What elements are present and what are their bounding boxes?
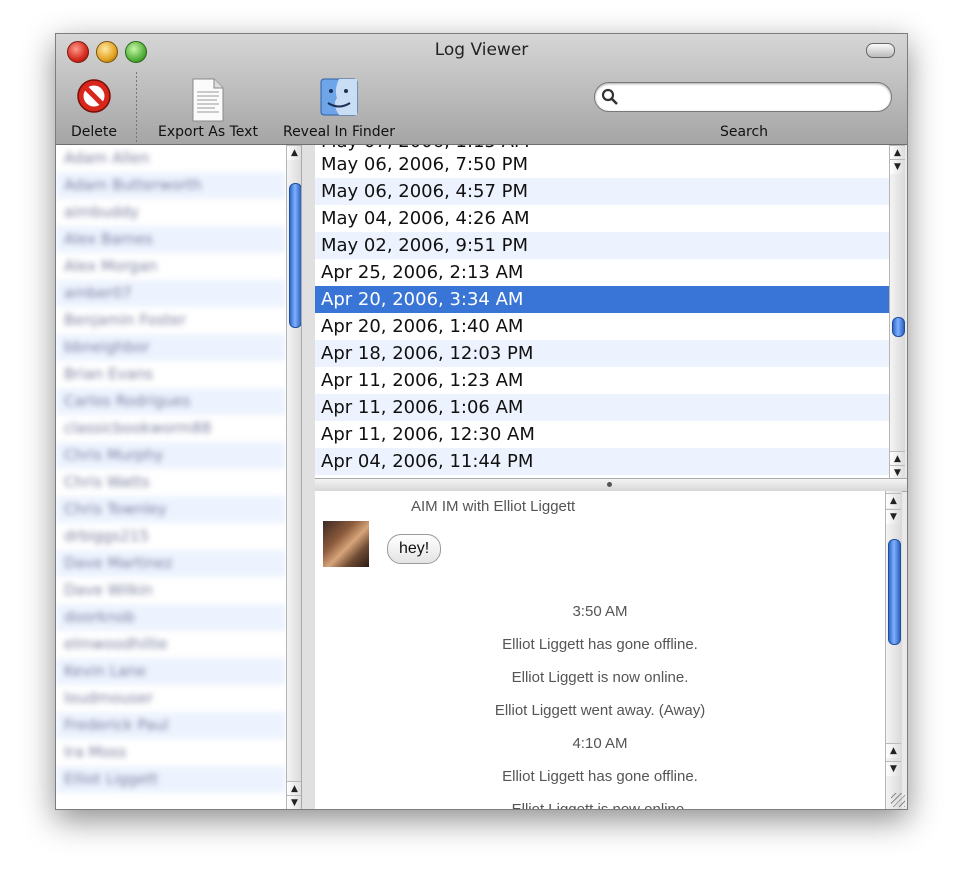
transcript-event: Elliot Liggett is now online. <box>511 669 689 686</box>
transcript-event: Elliot Liggett went away. (Away) <box>494 702 706 719</box>
buddy-list-item[interactable]: loudmouser <box>56 685 286 712</box>
pane-splitter-vertical[interactable] <box>301 145 316 809</box>
buddy-list-item[interactable]: classicbookworm88 <box>56 415 286 442</box>
buddy-list-item[interactable]: Chris Murphy <box>56 442 286 469</box>
buddy-list-item[interactable]: doorknob <box>56 604 286 631</box>
log-date-row[interactable]: May 06, 2006, 4:57 PM <box>315 178 889 205</box>
log-date-row[interactable]: May 02, 2006, 9:51 PM <box>315 232 889 259</box>
buddy-list-item[interactable]: bbneighbor <box>56 334 286 361</box>
buddy-list: Adam Allen Adam Butterworth aimbuddy Alex B… <box>56 145 286 809</box>
toolbar-separator <box>136 72 137 142</box>
date-list-scroll-thumb[interactable] <box>892 317 905 337</box>
buddy-list-item[interactable]: amber07 <box>56 280 286 307</box>
message-bubble: hey! <box>387 534 442 564</box>
transcript-event: Elliot Liggett has gone offline. <box>502 636 698 653</box>
avatar <box>323 521 369 567</box>
buddy-list-item[interactable]: aimbuddy <box>56 199 286 226</box>
buddy-list-item[interactable]: Alex Morgan <box>56 253 286 280</box>
delete-label: Delete <box>71 124 117 140</box>
buddy-list-item[interactable]: Kevin Lane <box>56 658 286 685</box>
buddy-list-scrollbar[interactable]: ▲ ▲ ▼ <box>286 145 302 809</box>
scroll-down-arrow-icon[interactable]: ▼ <box>287 795 302 809</box>
buddy-list-items: Adam Allen Adam Butterworth aimbuddy Alex B… <box>56 145 286 793</box>
log-date-row[interactable]: Apr 18, 2006, 12:03 PM <box>315 340 889 367</box>
buddy-list-item[interactable]: Chris Townley <box>56 496 286 523</box>
buddy-list-item[interactable]: Dave Martinez <box>56 550 286 577</box>
search-input[interactable] <box>625 87 879 107</box>
scroll-up-arrow-icon[interactable]: ▲ <box>890 451 905 466</box>
pane-splitter-horizontal[interactable] <box>315 478 907 492</box>
log-date-row[interactable]: May 06, 2006, 7:50 PM <box>315 151 889 178</box>
magnifier-icon <box>601 88 619 110</box>
transcript-event: Elliot Liggett is now online. <box>315 801 885 809</box>
scroll-up-arrow-icon[interactable]: ▲ <box>886 743 901 758</box>
buddy-list-item[interactable]: Alex Barnes <box>56 226 286 253</box>
log-date-row[interactable]: Apr 20, 2006, 3:34 AM <box>315 286 889 313</box>
transcript-scrollbar[interactable]: ▲ ▼ ▲ ▼ <box>885 491 902 809</box>
log-date-list: May 07, 2006, 1:15 AM May 06, 2006, 7:50… <box>315 145 889 479</box>
buddy-list-item[interactable]: Adam Allen <box>56 145 286 172</box>
buddy-list-item[interactable]: Dave Wilkin <box>56 577 286 604</box>
buddy-list-item[interactable]: Adam Butterworth <box>56 172 286 199</box>
scroll-up-arrow-icon[interactable]: ▲ <box>890 145 905 160</box>
search-field[interactable] <box>594 82 892 112</box>
date-list-scrollbar[interactable]: ▲ ▼ ▲ ▼ <box>889 145 905 480</box>
transcript-header: AIM IM with Elliot Liggett <box>411 498 576 515</box>
transcript-event: Elliot Liggett has gone offline. <box>502 768 698 785</box>
window-title: Log Viewer <box>434 40 529 60</box>
scroll-up-arrow-icon[interactable]: ▲ <box>886 493 901 508</box>
toolbar-toggle-button[interactable] <box>866 43 895 58</box>
buddy-list-item[interactable]: Frederick Paul <box>56 712 286 739</box>
export-as-text-label: Export As Text <box>158 124 258 140</box>
log-date-row[interactable]: Apr 11, 2006, 1:23 AM <box>315 367 889 394</box>
transcript-view: AIM IM with Elliot Liggett hey! 3:50 AM E… <box>315 491 885 809</box>
transcript-scroll-thumb[interactable] <box>888 539 901 645</box>
scroll-down-arrow-icon[interactable]: ▼ <box>886 509 901 524</box>
log-viewer-window: Log Viewer Delete Export As Text Reveal … <box>55 33 908 810</box>
log-date-row[interactable]: Apr 20, 2006, 1:40 AM <box>315 313 889 340</box>
scroll-down-arrow-icon[interactable]: ▼ <box>890 159 905 174</box>
log-date-row[interactable]: Apr 25, 2006, 2:13 AM <box>315 259 889 286</box>
reveal-in-finder-label: Reveal In Finder <box>282 124 396 140</box>
resize-grip-icon[interactable] <box>891 793 905 807</box>
toolbar: Log Viewer Delete Export As Text Reveal … <box>56 34 907 145</box>
buddy-list-item[interactable]: elmwoodhillie <box>56 631 286 658</box>
scroll-up-arrow-icon[interactable]: ▲ <box>287 781 302 796</box>
buddy-list-item[interactable]: Benjamin Foster <box>56 307 286 334</box>
buddy-list-item[interactable]: drbiggs215 <box>56 523 286 550</box>
buddy-list-item[interactable]: Elliot Liggett <box>56 766 286 793</box>
buddy-list-item[interactable]: Chris Watts <box>56 469 286 496</box>
search-label: Search <box>719 124 769 140</box>
document-icon <box>191 78 225 126</box>
log-date-row[interactable]: Apr 11, 2006, 1:06 AM <box>315 394 889 421</box>
transcript-event: 3:50 AM <box>572 603 628 620</box>
buddy-list-item[interactable]: Ira Moss <box>56 739 286 766</box>
scroll-down-arrow-icon[interactable]: ▼ <box>886 761 901 776</box>
log-date-row[interactable]: Apr 04, 2006, 11:44 PM <box>315 448 889 475</box>
finder-icon <box>320 78 358 120</box>
log-date-row[interactable]: May 04, 2006, 4:26 AM <box>315 205 889 232</box>
buddy-list-item[interactable]: Carlos Rodrigues <box>56 388 286 415</box>
log-date-row[interactable]: Apr 11, 2006, 12:30 AM <box>315 421 889 448</box>
scroll-up-arrow-icon[interactable]: ▲ <box>287 145 302 160</box>
no-entry-icon <box>76 78 112 118</box>
buddy-list-item[interactable]: Brian Evans <box>56 361 286 388</box>
splitter-grip-icon <box>607 482 612 487</box>
transcript-event: 4:10 AM <box>572 735 628 752</box>
